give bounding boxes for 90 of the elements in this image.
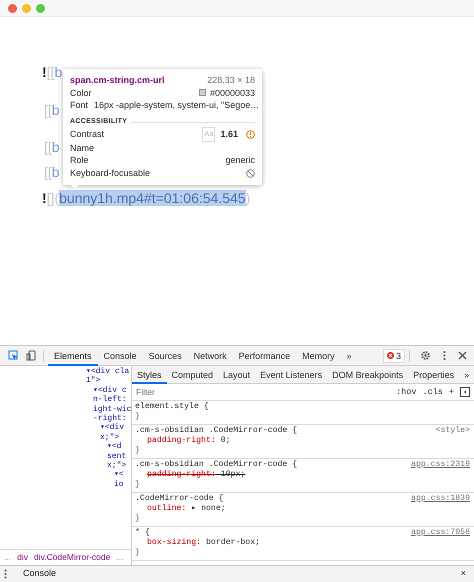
css-selector: * {	[135, 528, 150, 538]
element-selector: span.cm-string.cm-url	[70, 74, 165, 87]
breadcrumb[interactable]: div.CodeMirror-code	[34, 551, 110, 564]
classes-button[interactable]: .cls	[422, 386, 443, 398]
dom-tree-line[interactable]: ▾<div c	[93, 386, 131, 396]
close-window-button[interactable]	[8, 4, 17, 12]
link-text: b	[52, 164, 60, 180]
settings-icon[interactable]	[420, 350, 431, 361]
property-value: 16px -apple-system, system-ui, "Segoe…	[94, 99, 260, 112]
styles-tab[interactable]: Layout	[218, 366, 256, 384]
property-value: #00000033	[210, 86, 255, 100]
link-bracket: [[	[44, 102, 52, 118]
property-label: Keyboard-focusable	[70, 167, 150, 180]
dom-tree-line[interactable]: x;">	[100, 432, 131, 442]
hover-state-button[interactable]: :hov	[396, 386, 416, 398]
not-allowed-icon	[246, 168, 255, 178]
dom-tree-line[interactable]: ▾<	[114, 470, 131, 480]
property-value: generic	[225, 154, 255, 168]
dom-tree-line[interactable]: x;">	[107, 460, 131, 470]
breadcrumb[interactable]: div	[17, 551, 28, 564]
sidebar-toggle-icon[interactable]	[460, 387, 470, 397]
dom-tree-line[interactable]: ▾<d	[107, 442, 131, 452]
styles-tab[interactable]: Computed	[166, 366, 218, 384]
source-link[interactable]: app.css:7058	[411, 528, 470, 538]
css-declaration: outline: ▸ none;	[146, 504, 227, 514]
more-options-icon[interactable]	[4, 569, 7, 579]
drawer-tab[interactable]: Console	[23, 567, 56, 581]
link-text: b	[52, 139, 60, 155]
devtools-tab[interactable]: Performance	[232, 346, 296, 366]
exclamation-mark: !	[42, 190, 47, 206]
dom-tree-line[interactable]: n-left:	[93, 395, 131, 405]
close-drawer-button[interactable]: ×	[460, 567, 466, 581]
element-size: 228.33 × 18	[207, 74, 255, 87]
link-bracket: [[	[44, 164, 52, 180]
source-link[interactable]: app.css:2319	[411, 460, 470, 470]
devtools-tab[interactable]: Network	[188, 346, 233, 366]
link-text: b	[54, 64, 62, 80]
link-bracket: (	[54, 190, 60, 206]
closing-brace: }	[135, 412, 141, 422]
link-bracket: [[	[46, 64, 54, 80]
styles-tab[interactable]: DOM Breakpoints	[327, 366, 408, 384]
property-label: Contrast	[70, 128, 104, 141]
warning-icon	[246, 130, 255, 140]
property-label: Color	[70, 86, 92, 100]
close-icon[interactable]	[458, 351, 467, 360]
css-declaration: padding-right: 10px;	[146, 470, 246, 480]
device-icon[interactable]	[26, 350, 36, 361]
more-tabs-button[interactable]: »	[459, 366, 474, 384]
property-label: Name	[70, 142, 94, 154]
devtools-tab[interactable]: Elements	[48, 346, 98, 366]
css-selector: .cm-s-obsidian .CodeMirror-code {	[135, 426, 298, 436]
dom-tree-line[interactable]: -right:	[93, 414, 131, 424]
exclamation-mark: !	[42, 64, 47, 80]
dom-tree-line[interactable]: io	[114, 480, 131, 490]
link-bracket: [[	[44, 139, 52, 155]
contrast-value: 1.61	[220, 128, 238, 141]
closing-brace: }	[135, 514, 141, 524]
devtools-tab[interactable]: Sources	[142, 346, 188, 366]
selected-url-text: bunny1h.mp4#t=01:06:54.545	[59, 190, 246, 206]
closing-brace: }	[135, 446, 141, 456]
dom-tree-line[interactable]: sent	[107, 452, 131, 461]
styles-tab[interactable]: Properties	[408, 366, 460, 384]
property-label: Font	[70, 99, 88, 112]
error-icon	[386, 352, 394, 359]
dom-tree-line[interactable]: 1">	[86, 376, 131, 386]
dom-tree-line[interactable]: ight-wic	[93, 404, 131, 414]
css-selector: .CodeMirror-code {	[135, 494, 224, 504]
closing-brace: }	[135, 548, 141, 558]
dom-tree-line[interactable]: ▾<div	[100, 423, 131, 433]
source-link[interactable]: <style>	[436, 426, 470, 436]
more-options-icon[interactable]	[443, 350, 446, 361]
link-bracket: []	[46, 190, 54, 206]
css-selector: element.style {	[135, 402, 209, 412]
error-count-badge[interactable]: 3	[382, 348, 405, 362]
styles-tab[interactable]: Styles	[132, 366, 167, 384]
new-rule-button[interactable]: +	[448, 386, 454, 398]
color-swatch	[198, 89, 206, 96]
css-declaration: box-sizing: border-box;	[146, 538, 262, 548]
devtools-tab[interactable]: Console	[98, 346, 143, 366]
styles-tab[interactable]: Event Listeners	[255, 366, 328, 384]
source-link[interactable]: app.css:1839	[411, 494, 470, 504]
css-selector: .cm-s-obsidian .CodeMirror-code {	[135, 460, 298, 470]
devtools-tab[interactable]: Memory	[296, 346, 341, 366]
property-label: Role	[70, 154, 89, 168]
closing-brace: }	[135, 480, 141, 490]
dom-tree-line[interactable]: ▾<div cla	[86, 367, 131, 376]
link-text: b	[52, 102, 60, 118]
inspect-icon[interactable]	[8, 350, 19, 361]
css-declaration: padding-right: 0;	[146, 436, 232, 446]
more-tabs-button[interactable]: »	[340, 346, 358, 366]
